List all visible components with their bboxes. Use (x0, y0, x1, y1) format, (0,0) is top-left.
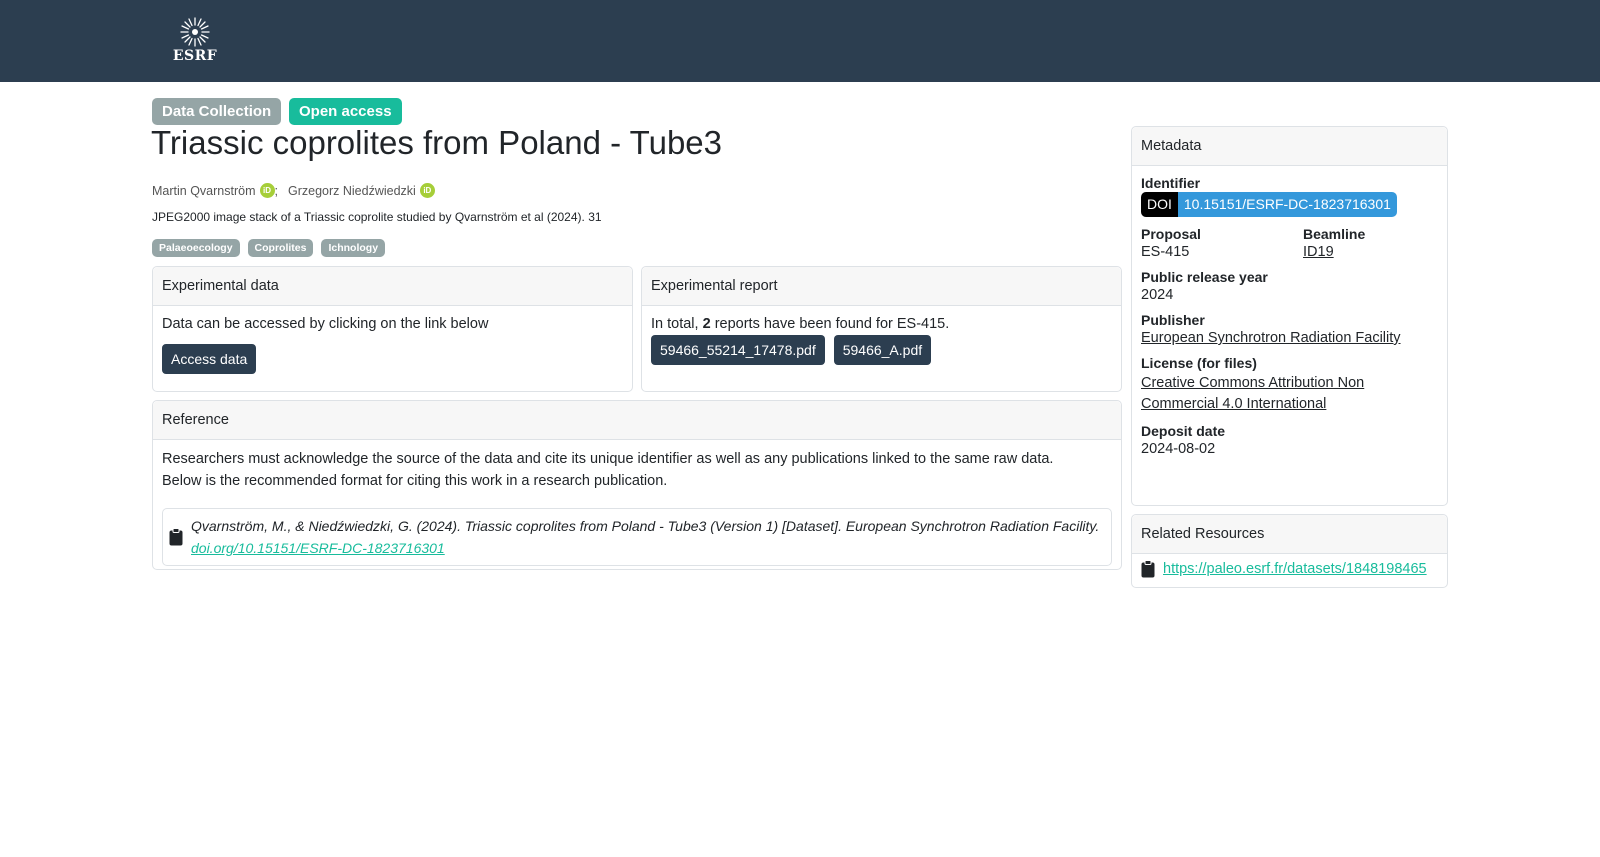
citation-doi-link[interactable]: doi.org/10.15151/ESRF-DC-1823716301 (191, 540, 445, 556)
publisher-label: Publisher (1141, 312, 1205, 328)
proposal-value: ES-415 (1141, 244, 1190, 260)
release-year-value: 2024 (1141, 287, 1174, 303)
authors-list: Martin Qvarnström iD ; Grzegorz Niedźwie… (152, 183, 435, 198)
experimental-report-card: Experimental report In total, 2 reports … (641, 266, 1122, 392)
publisher-link[interactable]: European Synchrotron Radiation Facility (1141, 330, 1438, 346)
access-info-text: Data can be accessed by clicking on the … (162, 316, 489, 332)
card-header: Experimental report (642, 267, 1121, 306)
doi-value[interactable]: 10.15151/ESRF-DC-1823716301 (1177, 192, 1397, 217)
report-file-button[interactable]: 59466_55214_17478.pdf (651, 335, 825, 365)
license-line[interactable]: Creative Commons Attribution Non (1141, 375, 1364, 391)
identifier-label: Identifier (1141, 175, 1201, 191)
citation-text: Qvarnström, M., & Niedźwiedzki, G. (2024… (191, 515, 1106, 559)
doi-badge[interactable]: DOI 10.15151/ESRF-DC-1823716301 (1141, 192, 1397, 217)
citation-body: Qvarnström, M., & Niedźwiedzki, G. (2024… (191, 518, 1100, 534)
clipboard-icon[interactable] (169, 528, 183, 546)
page-title: Triassic coprolites from Poland - Tube3 (151, 124, 723, 161)
release-year-label: Public release year (1141, 269, 1268, 285)
license-line[interactable]: Commercial 4.0 International (1141, 396, 1326, 412)
deposit-date-label: Deposit date (1141, 423, 1226, 439)
orcid-icon[interactable]: iD (259, 183, 275, 198)
access-data-button[interactable]: Access data (162, 344, 257, 374)
license-link[interactable]: Creative Commons Attribution Non Commerc… (1141, 373, 1438, 415)
author-name[interactable]: Grzegorz Niedźwiedzki (288, 184, 416, 198)
metadata-card: Metadata Identifier DOI 10.15151/ESRF-DC… (1131, 126, 1448, 506)
keyword-list: Palaeoecology Coprolites Ichnology (152, 239, 386, 257)
sunburst-icon (180, 17, 210, 47)
esrf-logo[interactable]: ESRF (172, 16, 218, 66)
report-summary: In total, 2 reports have been found for … (651, 316, 1112, 332)
license-label: License (for files) (1141, 355, 1257, 371)
orcid-icon[interactable]: iD (419, 183, 435, 198)
card-header: Metadata (1132, 127, 1447, 166)
author-name[interactable]: Martin Qvarnström (152, 184, 256, 198)
reference-instruction: Researchers must acknowledge the source … (162, 451, 1054, 467)
keyword-badge: Ichnology (321, 239, 386, 257)
card-header: Reference (153, 401, 1121, 440)
beamline-link[interactable]: ID19 (1303, 244, 1365, 260)
reference-card: Reference Researchers must acknowledge t… (152, 400, 1122, 570)
dataset-description: JPEG2000 image stack of a Triassic copro… (152, 210, 602, 224)
doi-label: DOI (1141, 192, 1178, 217)
keyword-badge: Palaeoecology (152, 239, 240, 257)
deposit-date-value: 2024-08-02 (1141, 441, 1216, 457)
author-separator: ; (274, 183, 278, 198)
card-header: Related Resources (1132, 515, 1447, 554)
reference-instruction: Below is the recommended format for citi… (162, 473, 668, 489)
proposal-label: Proposal (1141, 226, 1201, 242)
report-summary-suffix: reports have been found for ES-415. (710, 316, 950, 332)
report-file-button[interactable]: 59466_A.pdf (833, 335, 932, 365)
top-navbar: ESRF (0, 0, 1600, 82)
related-resource-link[interactable]: https://paleo.esrf.fr/datasets/184819846… (1163, 561, 1427, 577)
logo-text: ESRF (172, 48, 218, 64)
report-summary-prefix: In total, (651, 316, 703, 332)
report-count: 2 (702, 316, 711, 332)
experimental-data-card: Experimental data Data can be accessed b… (152, 266, 633, 392)
clipboard-icon[interactable] (1141, 560, 1155, 578)
card-header: Experimental data (153, 267, 632, 306)
citation-box: Qvarnström, M., & Niedźwiedzki, G. (2024… (162, 508, 1112, 566)
keyword-badge: Coprolites (247, 239, 314, 257)
beamline-label: Beamline (1303, 226, 1366, 242)
related-resources-card: Related Resources https://paleo.esrf.fr/… (1131, 514, 1448, 588)
data-collection-badge: Data Collection (152, 98, 282, 125)
open-access-badge: Open access (289, 98, 402, 125)
